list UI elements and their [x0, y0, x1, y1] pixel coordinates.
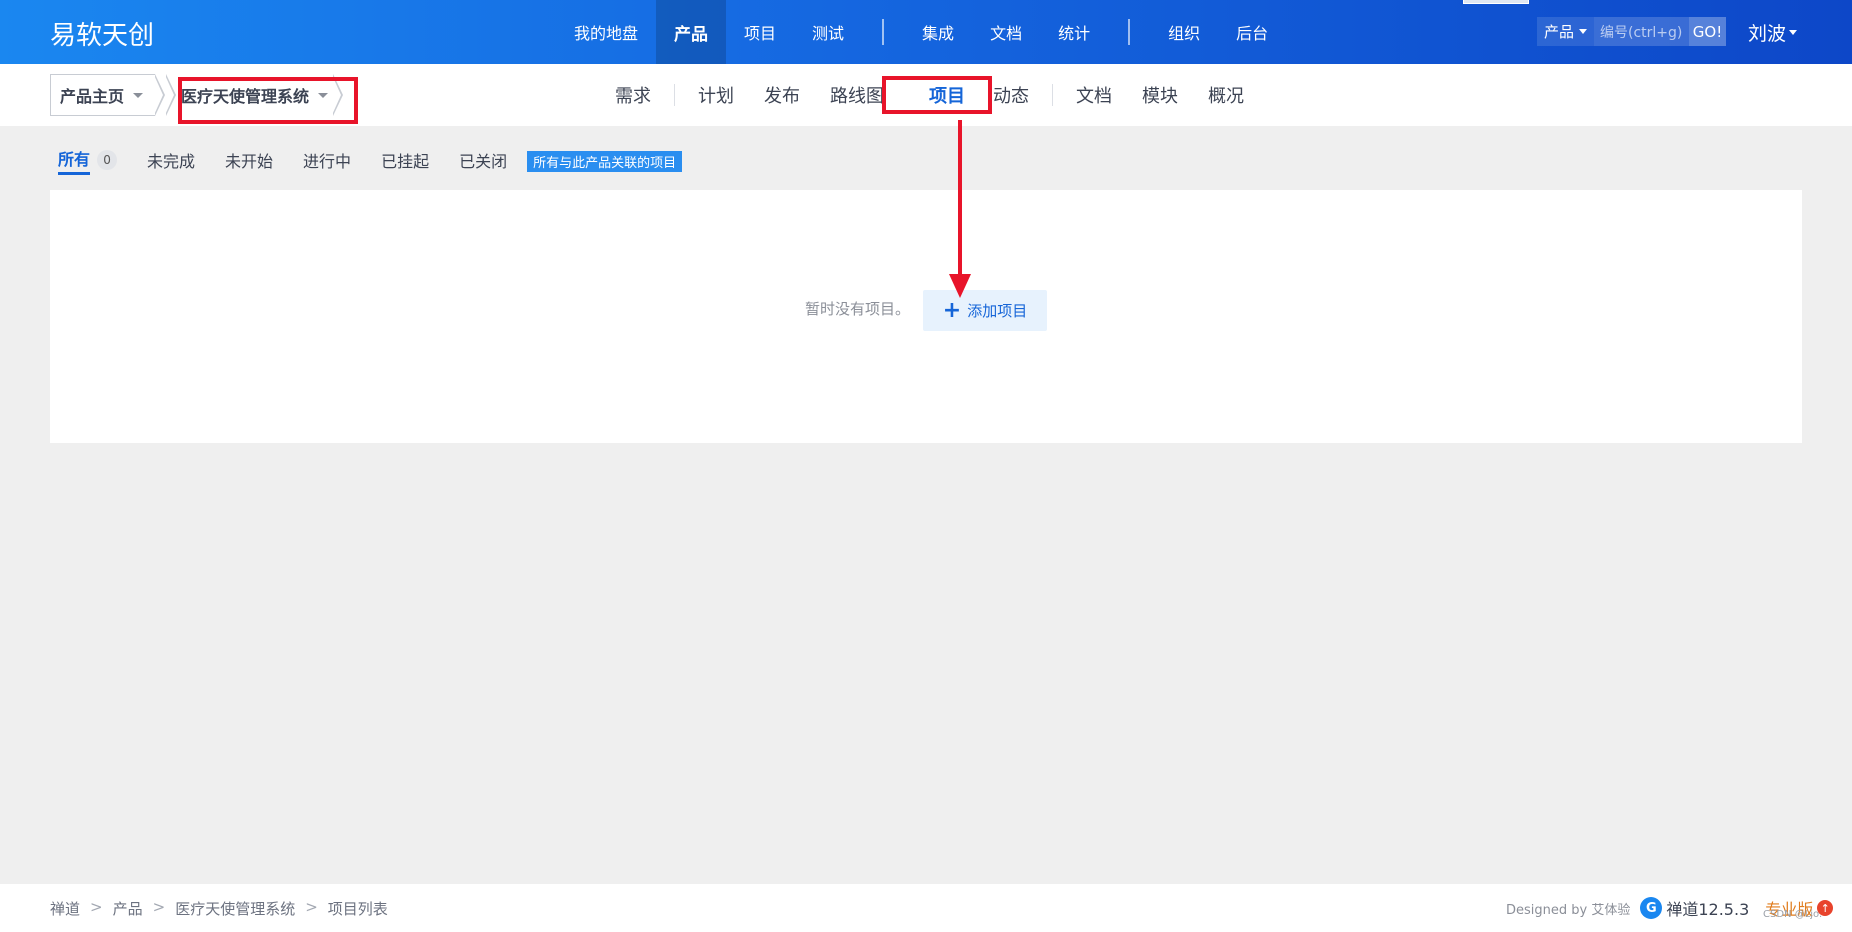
tab-wait[interactable]: 未开始: [225, 144, 273, 176]
menu-item-overview[interactable]: 概况: [1193, 82, 1259, 108]
tab-all[interactable]: 所有 0: [58, 144, 118, 176]
menu-item-doc[interactable]: 文档: [1061, 82, 1127, 108]
nav-item-integration[interactable]: 集成: [904, 0, 972, 64]
user-menu[interactable]: 刘波: [1748, 19, 1798, 46]
breadcrumb-sep: >: [90, 898, 103, 916]
quick-search: 产品 编号(ctrl+g) GO!: [1537, 17, 1726, 46]
search-type-select[interactable]: 产品: [1537, 17, 1594, 46]
menu-item-dynamic[interactable]: 动态: [993, 82, 1044, 108]
tab-suspended[interactable]: 已挂起: [381, 144, 429, 176]
search-type-label: 产品: [1543, 23, 1574, 41]
top-marker: [1463, 0, 1529, 4]
breadcrumb-sep: >: [305, 898, 318, 916]
menu-item-release[interactable]: 发布: [749, 82, 815, 108]
breadcrumb-separator: [154, 74, 165, 116]
breadcrumb-item[interactable]: 产品: [113, 898, 143, 919]
breadcrumb-separator: [165, 74, 176, 116]
user-name: 刘波: [1748, 23, 1787, 45]
menu-divider: [1052, 84, 1053, 106]
nav-item-test[interactable]: 测试: [794, 0, 862, 64]
zentao-logo-icon: G: [1640, 897, 1663, 919]
breadcrumb-item: 项目列表: [327, 900, 388, 918]
version-label[interactable]: 禅道12.5.3: [1666, 896, 1749, 920]
footer: 禅道 > 产品 > 医疗天使管理系统 > 项目列表 Designed by 艾体验 G…: [0, 884, 1852, 932]
tab-undone[interactable]: 未完成: [147, 144, 195, 176]
main-nav: 我的地盘 产品 项目 测试 集成 文档 统计 组织 后台: [556, 0, 1286, 64]
nav-item-dashboard[interactable]: 我的地盘: [556, 0, 656, 64]
nav-item-project[interactable]: 项目: [726, 0, 794, 64]
menu-item-module[interactable]: 模块: [1127, 82, 1193, 108]
product-home-label: 产品主页: [60, 87, 125, 106]
tab-label: 所有: [58, 146, 91, 175]
annotation-box-product: [178, 77, 358, 124]
nav-item-doc[interactable]: 文档: [972, 0, 1040, 64]
plus-icon: +: [942, 297, 962, 323]
tab-doing[interactable]: 进行中: [303, 144, 351, 176]
chevron-down-icon: [1579, 29, 1587, 34]
associated-projects-toggle[interactable]: 所有与此产品关联的项目: [527, 151, 683, 172]
top-navbar: 易软天创 我的地盘 产品 项目 测试 集成 文档 统计 组织 后台 产品 编号(…: [0, 0, 1852, 64]
empty-message: 暂时没有项目。: [805, 300, 911, 318]
search-input[interactable]: 编号(ctrl+g): [1594, 17, 1689, 46]
nav-divider: [1128, 19, 1131, 45]
count-badge: 0: [97, 150, 118, 170]
nav-divider: [882, 19, 885, 45]
breadcrumb-sep: >: [152, 898, 166, 916]
product-home-dropdown[interactable]: 产品主页: [50, 74, 155, 116]
menu-item-story[interactable]: 需求: [600, 82, 666, 108]
nav-item-org[interactable]: 组织: [1150, 0, 1218, 64]
add-project-label: 添加项目: [967, 302, 1028, 320]
go-button[interactable]: GO!: [1689, 17, 1726, 46]
tab-closed[interactable]: 已关闭: [459, 144, 507, 176]
annotation-arrow-icon: [949, 120, 971, 298]
chevron-down-icon: [133, 92, 144, 98]
nav-item-stats[interactable]: 统计: [1040, 0, 1108, 64]
nav-item-admin[interactable]: 后台: [1218, 0, 1286, 64]
status-tabs: 所有 0 未完成 未开始 进行中 已挂起 已关闭 所有与此产品关联的项目: [58, 144, 683, 180]
menu-item-plan[interactable]: 计划: [683, 82, 749, 108]
footer-breadcrumb: 禅道 > 产品 > 医疗天使管理系统 > 项目列表: [50, 898, 388, 919]
chevron-down-icon: [1789, 30, 1798, 35]
nav-item-product[interactable]: 产品: [656, 0, 727, 64]
designed-by[interactable]: Designed by 艾体验: [1506, 899, 1630, 918]
watermark: CSDN @Ljo.: [1763, 909, 1823, 920]
menu-divider: [674, 84, 675, 106]
annotation-box-project: [882, 76, 992, 114]
brand-logo[interactable]: 易软天创: [50, 15, 154, 52]
breadcrumb-item[interactable]: 医疗天使管理系统: [175, 898, 295, 919]
breadcrumb-item[interactable]: 禅道: [50, 898, 80, 919]
